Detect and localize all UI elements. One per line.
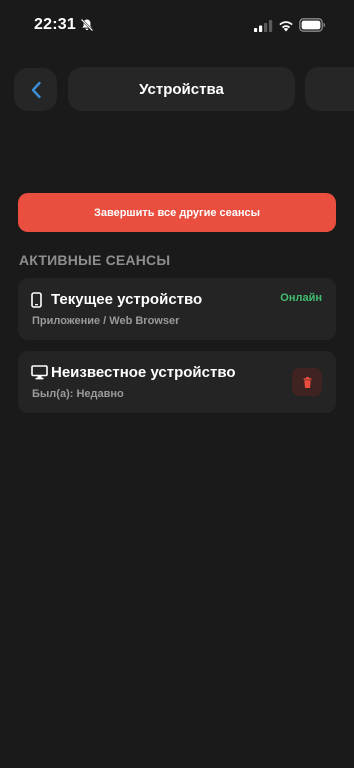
online-status-badge: Онлайн (280, 292, 322, 304)
signal-icon (254, 20, 273, 32)
header-right-button[interactable] (305, 67, 354, 111)
chevron-left-icon (31, 81, 41, 98)
battery-icon (299, 18, 326, 32)
page-title: Устройства (139, 80, 224, 98)
status-time: 22:31 (34, 16, 76, 33)
session-device-client: Приложение / Web Browser (32, 315, 180, 327)
phone-icon (31, 292, 42, 308)
session-card-unknown[interactable]: Неизвестное устройство Был(а): Недавно (18, 351, 336, 413)
header-title-container: Устройства (68, 67, 295, 111)
monitor-icon (31, 365, 48, 380)
terminate-other-sessions-button[interactable]: Завершить все другие сеансы (18, 193, 336, 232)
status-bar: 22:31 (0, 0, 354, 54)
trash-icon (303, 376, 311, 388)
devices-screen: 22:31 Устройства Завершить все другие се… (0, 0, 354, 768)
bell-muted-icon (80, 18, 94, 32)
terminate-session-button[interactable] (292, 368, 322, 396)
session-device-name: Неизвестное устройство (51, 364, 236, 381)
active-sessions-title: АКТИВНЫЕ СЕАНСЫ (19, 252, 171, 268)
session-last-seen: Был(а): Недавно (32, 388, 124, 400)
session-card-current[interactable]: Текущее устройство Приложение / Web Brow… (18, 278, 336, 340)
back-button[interactable] (14, 68, 57, 111)
session-device-name: Текущее устройство (51, 291, 203, 308)
wifi-icon (279, 21, 293, 32)
